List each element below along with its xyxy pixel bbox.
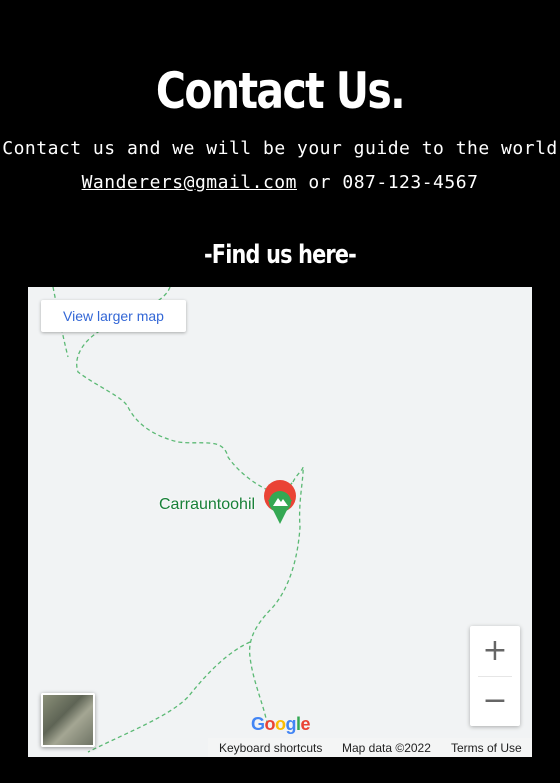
contact-separator: or — [308, 172, 332, 193]
view-larger-map-button[interactable]: View larger map — [41, 300, 186, 332]
phone-number: 087-123-4567 — [342, 172, 479, 193]
satellite-toggle-button[interactable] — [41, 693, 95, 747]
keyboard-shortcuts-link[interactable]: Keyboard shortcuts — [219, 741, 322, 755]
google-logo: Google — [251, 714, 311, 735]
logo-letter: o — [275, 714, 286, 734]
logo-letter: e — [300, 714, 311, 734]
terms-of-use-link[interactable]: Terms of Use — [451, 741, 522, 755]
logo-letter: o — [264, 714, 276, 734]
map-pin-icon[interactable] — [262, 480, 298, 526]
zoom-in-button[interactable]: + — [470, 626, 520, 676]
page-title: Contact Us. — [155, 62, 406, 120]
email-link[interactable]: Wanderers@gmail.com — [82, 172, 297, 193]
place-label[interactable]: Carrauntoohil — [159, 496, 255, 514]
zoom-out-button[interactable]: − — [470, 676, 520, 726]
trail-path-south — [87, 641, 251, 753]
zoom-controls: + − — [470, 626, 520, 726]
find-us-heading: -Find us here- — [203, 240, 357, 270]
map-data-credit: Map data ©2022 — [342, 741, 431, 755]
embedded-map[interactable]: View larger map Carrauntoohil + − Google… — [28, 287, 532, 757]
contact-line: Wanderers@gmail.com or 087-123-4567 — [0, 172, 560, 193]
contact-subtitle: Contact us and we will be your guide to … — [2, 138, 558, 159]
logo-letter: g — [285, 714, 297, 734]
logo-letter: G — [251, 714, 265, 734]
map-footer: Keyboard shortcuts Map data ©2022 Terms … — [208, 738, 532, 757]
